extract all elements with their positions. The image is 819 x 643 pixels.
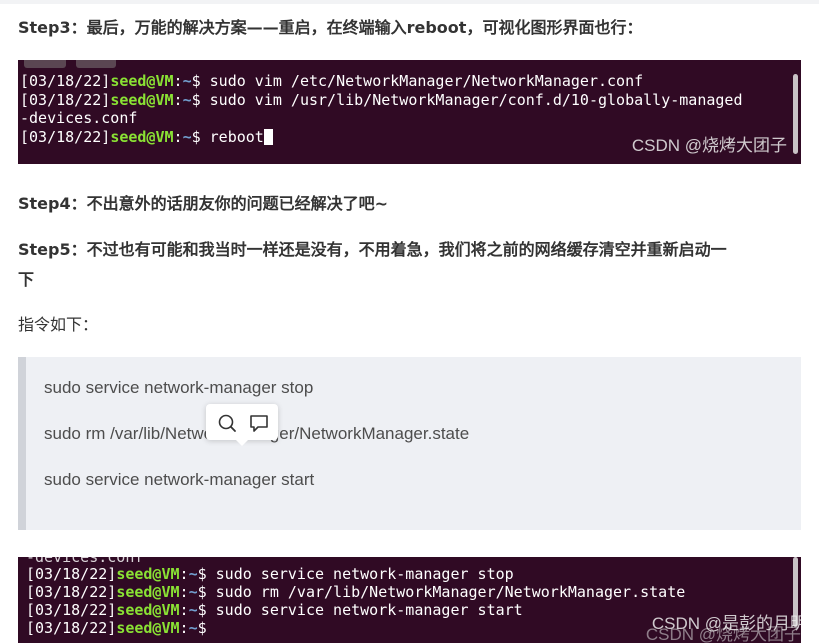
- terminal-command: sudo service network-manager stop: [206, 565, 514, 583]
- terminal-line: [03/18/22]seed@VM:~$: [26, 619, 207, 637]
- prompt-date: [03/18/22]: [20, 128, 111, 146]
- watermark: CSDN @烧烤大团子: [631, 136, 787, 155]
- terminal-cursor: [263, 129, 273, 145]
- prompt-colon: :: [179, 619, 189, 637]
- prompt-path: ~: [188, 583, 198, 601]
- prompt-colon: :: [179, 583, 189, 601]
- prompt-sign: $: [197, 601, 207, 619]
- selection-popup: [206, 404, 278, 446]
- step3-heading: Step3：最后，万能的解决方案——重启，在终端输入reboot，可视化图形界面…: [18, 18, 643, 37]
- terminal-command: sudo rm /var/lib/NetworkManager/NetworkM…: [206, 583, 686, 601]
- prompt-user: seed@VM: [116, 619, 180, 637]
- instructions-label: 指令如下：: [18, 315, 99, 334]
- prompt-date: [03/18/22]: [26, 601, 117, 619]
- prompt-user: seed@VM: [116, 601, 180, 619]
- terminal-line: -devices.conf: [20, 109, 137, 127]
- search-icon[interactable]: [216, 412, 238, 434]
- terminal-line: [03/18/22]seed@VM:~$ sudo vim /usr/lib/N…: [20, 91, 742, 109]
- command-line: sudo service network-manager start: [44, 470, 315, 489]
- terminal-tab: [76, 60, 116, 68]
- prompt-sign: $: [197, 619, 207, 637]
- prompt-user: seed@VM: [116, 565, 180, 583]
- prompt-user: seed@VM: [110, 91, 174, 109]
- prompt-path: ~: [182, 91, 192, 109]
- prompt-sign: $: [191, 72, 201, 90]
- top-divider: [0, 0, 819, 4]
- prompt-date: [03/18/22]: [26, 565, 117, 583]
- prompt-user: seed@VM: [110, 72, 174, 90]
- prompt-colon: :: [179, 565, 189, 583]
- prompt-path: ~: [182, 128, 192, 146]
- prompt-date: [03/18/22]: [26, 619, 117, 637]
- prompt-sign: $: [197, 565, 207, 583]
- terminal-line: [03/18/22]seed@VM:~$ reboot: [20, 128, 273, 146]
- terminal-line: [03/18/22]seed@VM:~$ sudo service networ…: [26, 601, 523, 619]
- terminal-scrollbar[interactable]: [793, 74, 798, 154]
- prompt-colon: :: [173, 91, 183, 109]
- prompt-date: [03/18/22]: [20, 91, 111, 109]
- watermark: CSDN @是彭的月明: [651, 614, 801, 633]
- prompt-path: ~: [188, 565, 198, 583]
- prompt-sign: $: [191, 91, 201, 109]
- prompt-colon: :: [173, 72, 183, 90]
- terminal-command: sudo vim /etc/NetworkManager/NetworkMana…: [200, 72, 644, 90]
- comment-icon[interactable]: [248, 412, 270, 434]
- terminal-command: -devices.conf: [20, 109, 138, 127]
- step5-heading: Step5：不过也有可能和我当时一样还是没有，不用着急，我们将之前的网络缓存清空…: [18, 235, 800, 295]
- prompt-user: seed@VM: [116, 583, 180, 601]
- prompt-user: seed@VM: [110, 128, 174, 146]
- command-line: sudo service network-manager stop: [44, 378, 314, 397]
- terminal-line: [03/18/22]seed@VM:~$ sudo rm /var/lib/Ne…: [26, 583, 685, 601]
- terminal-line: [03/18/22]seed@VM:~$ sudo service networ…: [26, 565, 514, 583]
- terminal-command: reboot: [200, 128, 264, 146]
- terminal-screenshot-2: -devices.conf [03/18/22]seed@VM:~$ sudo …: [18, 557, 801, 643]
- step5-heading-line2: 下: [18, 270, 35, 289]
- prompt-sign: $: [197, 583, 207, 601]
- terminal-command: sudo service network-manager start: [206, 601, 523, 619]
- terminal-line: [03/18/22]seed@VM:~$ sudo vim /etc/Netwo…: [20, 72, 643, 90]
- prompt-path: ~: [182, 72, 192, 90]
- prompt-date: [03/18/22]: [26, 583, 117, 601]
- terminal-command: sudo vim /usr/lib/NetworkManager/conf.d/…: [200, 91, 743, 109]
- step5-heading-line1: Step5：不过也有可能和我当时一样还是没有，不用着急，我们将之前的网络缓存清空…: [18, 240, 727, 259]
- terminal-screenshot-1: [03/18/22]seed@VM:~$ sudo vim /etc/Netwo…: [18, 60, 801, 164]
- step4-heading: Step4：不出意外的话朋友你的问题已经解决了吧~: [18, 194, 389, 213]
- prompt-path: ~: [188, 601, 198, 619]
- prompt-colon: :: [173, 128, 183, 146]
- prompt-sign: $: [191, 128, 201, 146]
- command-blockquote: sudo service network-manager stop sudo r…: [18, 357, 801, 530]
- prompt-path: ~: [188, 619, 198, 637]
- terminal-tab: [24, 60, 66, 68]
- prompt-date: [03/18/22]: [20, 72, 111, 90]
- prompt-colon: :: [179, 601, 189, 619]
